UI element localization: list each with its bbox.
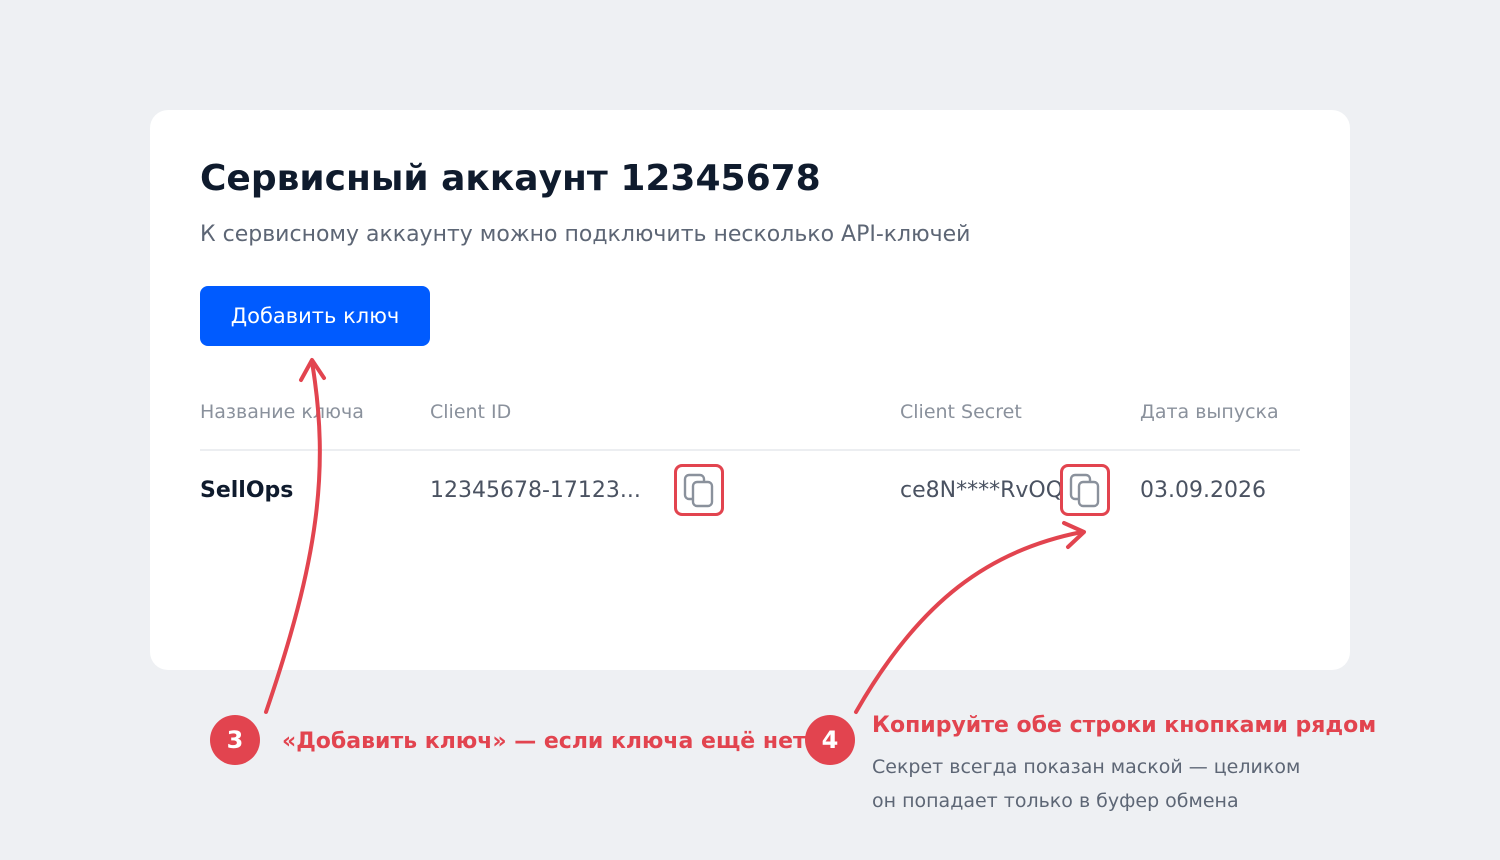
step-3-callout: «Добавить ключ» — если ключа ещё нет: [282, 729, 806, 754]
page: Сервисный аккаунт 12345678 К сервисному …: [0, 0, 1500, 860]
arrow-to-add-button: [264, 360, 322, 714]
step-4-note-line-1: Секрет всегда показан маской — целиком: [872, 756, 1301, 778]
step-4-badge: 4: [805, 715, 855, 765]
arrow-to-copy-secret: [854, 530, 1084, 714]
step-3-badge: 3: [210, 715, 260, 765]
step-4-note-line-2: он попадает только в буфер обмена: [872, 790, 1239, 812]
step-4-callout: Копируйте обе строки кнопками рядом: [872, 713, 1377, 738]
step-4-note: Секрет всегда показан маской — целиком о…: [872, 750, 1300, 818]
